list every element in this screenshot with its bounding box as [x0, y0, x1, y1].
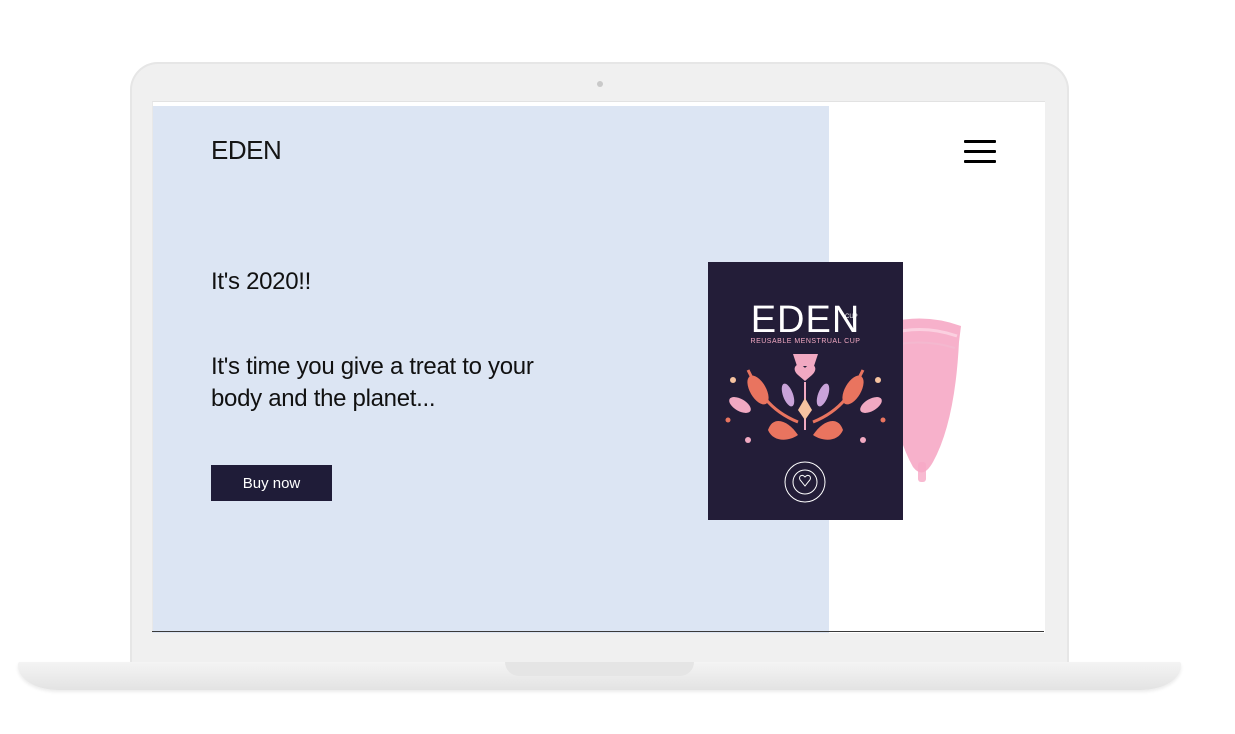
screen-bezel-line [152, 631, 1044, 632]
hero-headline: It's 2020!! [211, 268, 312, 295]
promise-seal-icon [784, 461, 826, 503]
floral-illustration-icon [725, 354, 886, 443]
package-cup-tag: CUP [845, 314, 858, 320]
screen: EDEN It's 2020!! It's time you give a tr… [152, 101, 1045, 633]
site-logo[interactable]: EDEN [211, 135, 282, 166]
hamburger-menu-icon[interactable] [964, 140, 996, 164]
webcam-icon [597, 81, 603, 87]
package-brand-text: EDEN [750, 299, 861, 341]
laptop-notch [505, 662, 694, 676]
package-subtitle: REUSABLE MENSTRUAL CUP [750, 338, 861, 345]
buy-now-button[interactable]: Buy now [211, 465, 332, 501]
hero-subline: It's time you give a treat to your body … [211, 353, 534, 412]
product-package-image: EDEN CUP REUSABLE MENSTRUAL CUP [708, 262, 903, 520]
